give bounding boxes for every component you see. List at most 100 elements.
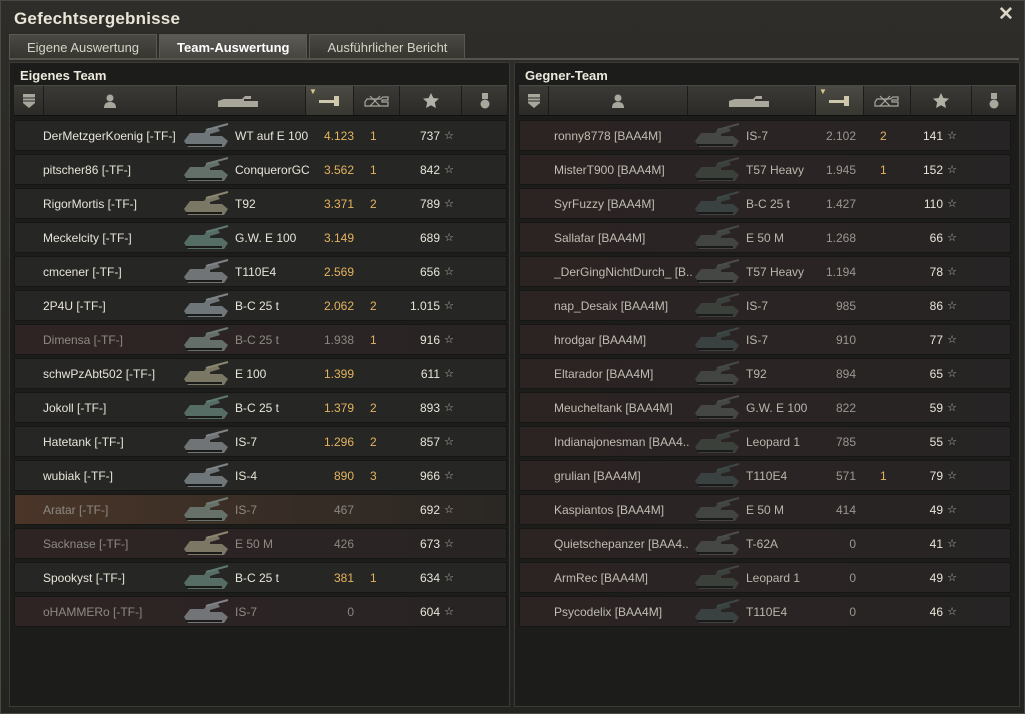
player-row[interactable]: wubiak [-TF-] IS-4 890 3 966 ☆ <box>14 460 507 491</box>
tank-name: B-C 25 t <box>235 299 280 313</box>
tank-name: WT auf E 100 <box>235 129 309 143</box>
player-row[interactable]: RigorMortis [-TF-] T92 3.371 2 789 ☆ <box>14 188 507 219</box>
player-name: MisterT900 [BAA4M] <box>554 163 665 177</box>
title-bar[interactable]: Gefechtsergebnisse ✕ <box>1 1 1024 33</box>
tab-personal-results[interactable]: Eigene Auswertung <box>9 34 158 59</box>
damage-icon[interactable]: ▼ <box>816 86 864 115</box>
player-row[interactable]: DerMetzgerKoenig [-TF-] WT auf E 100 4.123… <box>14 120 507 151</box>
star-icon: ☆ <box>444 334 454 346</box>
star-icon: ☆ <box>947 470 957 482</box>
damage-value: 414 <box>835 503 856 517</box>
player-name: Sallafar [BAA4M] <box>554 231 646 245</box>
player-row[interactable]: Sallafar [BAA4M] E 50 M 1.268 66 ☆ <box>519 222 1011 253</box>
medal-icon[interactable] <box>462 86 507 115</box>
player-row[interactable]: ronny8778 [BAA4M] IS-7 2.102 2 141 ☆ <box>519 120 1011 151</box>
player-name: Hatetank [-TF-] <box>43 435 124 449</box>
star-icon: ☆ <box>444 470 454 482</box>
player-row[interactable]: Psycodelix [BAA4M] T110E4 0 46 ☆ <box>519 596 1011 627</box>
star-icon: ☆ <box>444 198 454 210</box>
tank-icon[interactable] <box>688 86 816 115</box>
player-row[interactable]: schwPzAbt502 [-TF-] E 100 1.399 611 ☆ <box>14 358 507 389</box>
tab-detailed-report[interactable]: Ausführlicher Bericht <box>309 34 466 59</box>
player-name: Jokoll [-TF-] <box>43 401 107 415</box>
tank-name: G.W. E 100 <box>235 231 297 245</box>
player-row[interactable]: 2P4U [-TF-] B-C 25 t 2.062 2 1.015 ☆ <box>14 290 507 321</box>
player-icon[interactable] <box>44 86 177 115</box>
player-name: Spookyst [-TF-] <box>43 571 126 585</box>
kills-icon[interactable] <box>864 86 911 115</box>
medal-icon[interactable] <box>972 86 1016 115</box>
tank-icon[interactable] <box>177 86 306 115</box>
player-row[interactable]: pitscher86 [-TF-] ConquerorGC 3.562 1 842 ☆ <box>14 154 507 185</box>
xp-star-icon[interactable] <box>400 86 462 115</box>
player-row[interactable]: _DerGingNichtDurch_ [B.. T57 Heavy 1.194 78… <box>519 256 1011 287</box>
player-row[interactable]: oHAMMERo [-TF-] IS-7 0 604 ☆ <box>14 596 507 627</box>
squad-icon[interactable] <box>519 86 549 115</box>
kills-value: 2 <box>370 435 377 449</box>
star-icon: ☆ <box>444 300 454 312</box>
xp-value: 966 <box>419 469 440 483</box>
xp-value: 634 <box>419 571 440 585</box>
damage-value: 1.938 <box>323 333 354 347</box>
player-row[interactable]: Jokoll [-TF-] B-C 25 t 1.379 2 893 ☆ <box>14 392 507 423</box>
squad-icon[interactable] <box>14 86 44 115</box>
player-row[interactable]: Hatetank [-TF-] IS-7 1.296 2 857 ☆ <box>14 426 507 457</box>
player-row[interactable]: Kaspiantos [BAA4M] E 50 M 414 49 ☆ <box>519 494 1011 525</box>
kills-value: 2 <box>370 401 377 415</box>
player-name: Meckelcity [-TF-] <box>43 231 132 245</box>
star-icon: ☆ <box>444 606 454 618</box>
star-icon: ☆ <box>947 504 957 516</box>
kills-value: 2 <box>370 197 377 211</box>
player-row[interactable]: Quietschepanzer [BAA4.. T-62A 0 41 ☆ <box>519 528 1011 559</box>
player-row[interactable]: grulian [BAA4M] T110E4 571 1 79 ☆ <box>519 460 1011 491</box>
player-row[interactable]: Eltarador [BAA4M] T92 894 65 ☆ <box>519 358 1011 389</box>
tab-team-results[interactable]: Team-Auswertung <box>159 34 308 59</box>
damage-icon[interactable]: ▼ <box>306 86 354 115</box>
player-row[interactable]: Dimensa [-TF-] B-C 25 t 1.938 1 916 ☆ <box>14 324 507 355</box>
player-row[interactable]: MisterT900 [BAA4M] T57 Heavy 1.945 1 152 ☆ <box>519 154 1011 185</box>
xp-star-icon[interactable] <box>911 86 972 115</box>
damage-value: 467 <box>333 503 354 517</box>
xp-value: 46 <box>929 605 943 619</box>
star-icon: ☆ <box>444 504 454 516</box>
star-icon: ☆ <box>947 300 957 312</box>
player-name: oHAMMERo [-TF-] <box>43 605 143 619</box>
tank-name: ConquerorGC <box>235 163 310 177</box>
close-icon[interactable]: ✕ <box>997 5 1015 24</box>
damage-value: 2.062 <box>323 299 354 313</box>
tank-name: T57 Heavy <box>746 163 805 177</box>
player-row[interactable]: hrodgar [BAA4M] IS-7 910 77 ☆ <box>519 324 1011 355</box>
player-icon[interactable] <box>549 86 688 115</box>
star-icon: ☆ <box>947 402 957 414</box>
player-row[interactable]: Meucheltank [BAA4M] G.W. E 100 822 59 ☆ <box>519 392 1011 423</box>
xp-value: 78 <box>929 265 943 279</box>
player-row[interactable]: Spookyst [-TF-] B-C 25 t 381 1 634 ☆ <box>14 562 507 593</box>
kills-icon[interactable] <box>354 86 400 115</box>
player-name: ronny8778 [BAA4M] <box>554 129 662 143</box>
star-icon: ☆ <box>444 130 454 142</box>
xp-value: 86 <box>929 299 943 313</box>
player-row[interactable]: Aratar [-TF-] IS-7 467 692 ☆ <box>14 494 507 525</box>
player-row[interactable]: Meckelcity [-TF-] G.W. E 100 3.149 689 ☆ <box>14 222 507 253</box>
kills-value: 1 <box>370 571 377 585</box>
player-row[interactable]: cmcener [-TF-] T110E4 2.569 656 ☆ <box>14 256 507 287</box>
damage-value: 2.102 <box>825 129 856 143</box>
player-row[interactable]: Sacknase [-TF-] E 50 M 426 673 ☆ <box>14 528 507 559</box>
player-row[interactable]: Indianajonesman [BAA4.. Leopard 1 785 55 ☆ <box>519 426 1011 457</box>
player-row[interactable]: ArmRec [BAA4M] Leopard 1 0 49 ☆ <box>519 562 1011 593</box>
player-name: Meucheltank [BAA4M] <box>554 401 673 415</box>
xp-value: 673 <box>419 537 440 551</box>
tank-name: Leopard 1 <box>746 435 801 449</box>
damage-value: 894 <box>835 367 856 381</box>
tank-name: T57 Heavy <box>746 265 805 279</box>
damage-value: 4.123 <box>323 129 354 143</box>
tank-name: IS-4 <box>235 469 258 483</box>
player-row[interactable]: nap_Desaix [BAA4M] IS-7 985 86 ☆ <box>519 290 1011 321</box>
xp-value: 893 <box>419 401 440 415</box>
player-row[interactable]: SyrFuzzy [BAA4M] B-C 25 t 1.427 110 ☆ <box>519 188 1011 219</box>
player-name: pitscher86 [-TF-] <box>43 163 132 177</box>
damage-value: 0 <box>347 605 354 619</box>
kills-value: 1 <box>370 333 377 347</box>
player-name: Kaspiantos [BAA4M] <box>554 503 665 517</box>
damage-value: 1.379 <box>323 401 354 415</box>
